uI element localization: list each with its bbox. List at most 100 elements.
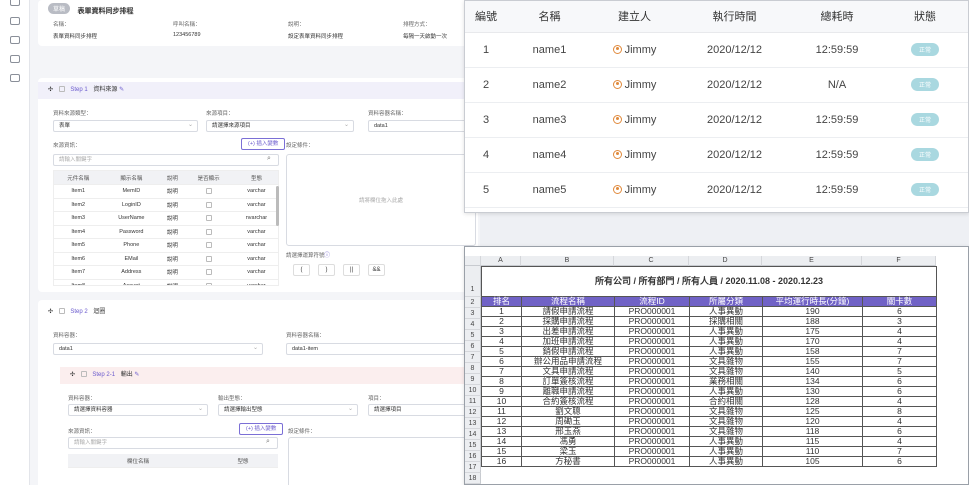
header-cell[interactable]: 所屬分類 xyxy=(689,296,763,307)
sheet-cell[interactable]: 文具雜物 xyxy=(689,366,763,377)
sheet-cell[interactable]: 離職申請流程 xyxy=(521,386,615,397)
sheet-cell[interactable]: 6 xyxy=(862,456,937,467)
table-row[interactable]: 5 name5 Jimmy 2020/12/12 12:59:59 正常 xyxy=(465,172,968,208)
sheet-cell[interactable]: 10 xyxy=(481,396,522,407)
table-row[interactable]: Item6 EMail 說明 varchar xyxy=(54,252,278,266)
table-row[interactable]: Item5 Phone 說明 varchar xyxy=(54,238,278,253)
condition-drop-zone[interactable]: 請將欄位拖入此處 xyxy=(286,154,476,246)
sheet-cell[interactable]: 出差申請流程 xyxy=(521,326,615,337)
table-row[interactable]: 2 name2 Jimmy 2020/12/12 N/A 正常 xyxy=(465,67,968,103)
sheet-cell[interactable]: 188 xyxy=(762,316,863,327)
row-number[interactable]: 11 xyxy=(465,396,481,407)
row-number[interactable]: 18 xyxy=(465,473,481,484)
sheet-cell[interactable]: 人事異動 xyxy=(689,336,763,347)
sheet-cell[interactable]: 6 xyxy=(862,306,937,317)
sheet-cell[interactable]: 6 xyxy=(481,356,522,367)
sheet-cell[interactable]: 6 xyxy=(862,426,937,437)
operator-button[interactable]: ) xyxy=(318,264,335,276)
insert-variable-button[interactable]: (+) 插入變數 xyxy=(241,138,286,150)
sheet-cell[interactable]: 170 xyxy=(762,336,863,347)
column-letter[interactable]: E xyxy=(762,256,862,266)
row-number[interactable]: 3 xyxy=(465,308,481,319)
sheet-cell[interactable]: PRO000001 xyxy=(614,306,690,317)
sheet-cell[interactable]: 5 xyxy=(481,346,522,357)
show-checkbox[interactable] xyxy=(205,188,212,195)
sheet-cell[interactable]: 人事異動 xyxy=(689,346,763,357)
sheet-cell[interactable]: 文具申請流程 xyxy=(521,366,615,377)
sheet-cell[interactable]: 採購相關 xyxy=(689,316,763,327)
sheet-cell[interactable]: PRO000001 xyxy=(614,446,690,457)
row-number[interactable]: 17 xyxy=(465,462,481,473)
loop-container-name-input[interactable]: data1-item xyxy=(286,343,476,355)
sheet-cell[interactable]: 15 xyxy=(481,446,522,457)
sheet-cell[interactable]: 3 xyxy=(862,316,937,327)
scrollbar[interactable] xyxy=(276,186,279,226)
sheet-cell[interactable]: 人事異動 xyxy=(689,306,763,317)
sheet-cell[interactable]: 文具雜物 xyxy=(689,356,763,367)
show-checkbox[interactable] xyxy=(205,215,212,222)
folder-icon[interactable] xyxy=(9,36,20,44)
sheet-cell[interactable]: 人事異動 xyxy=(689,326,763,337)
sheet-cell[interactable]: PRO000001 xyxy=(614,346,690,357)
sheet-cell[interactable]: 梁玉 xyxy=(521,446,615,457)
table-row[interactable]: 1 name1 Jimmy 2020/12/12 12:59:59 正常 xyxy=(465,32,968,68)
row-number[interactable]: 14 xyxy=(465,429,481,440)
header-cell[interactable]: 平均運行時長(分鐘) xyxy=(762,296,863,307)
header-cell[interactable]: 流程名稱 xyxy=(521,296,615,307)
sheet-cell[interactable]: 13 xyxy=(481,426,522,437)
sheet-cell[interactable]: PRO000001 xyxy=(614,326,690,337)
sheet-cell[interactable]: 7 xyxy=(481,366,522,377)
sheet-cell[interactable]: 5 xyxy=(862,366,937,377)
sheet-cell[interactable]: 4 xyxy=(862,396,937,407)
sheet-cell[interactable]: 7 xyxy=(862,356,937,367)
sheet-cell[interactable]: 文具雜物 xyxy=(689,406,763,417)
help-icon[interactable]: ⓘ xyxy=(324,250,330,259)
sheet-cell[interactable]: 請假申請流程 xyxy=(521,306,615,317)
sheet-cell[interactable]: 合約相關 xyxy=(689,396,763,407)
table-row[interactable]: 4 name4 Jimmy 2020/12/12 12:59:59 正常 xyxy=(465,137,968,173)
sheet-corner[interactable] xyxy=(465,256,481,266)
source-type-select[interactable]: 表單 xyxy=(53,120,198,132)
sheet-cell[interactable]: 6 xyxy=(862,376,937,387)
show-checkbox[interactable] xyxy=(205,282,212,285)
condition-drop-zone[interactable] xyxy=(288,437,476,485)
drag-icon[interactable]: ✣ xyxy=(70,372,75,378)
row-number[interactable]: 12 xyxy=(465,407,481,418)
sheet-cell[interactable]: 115 xyxy=(762,436,863,447)
row-number[interactable]: 4 xyxy=(465,319,481,330)
sheet-cell[interactable]: 人事異動 xyxy=(689,386,763,397)
column-letter[interactable]: B xyxy=(521,256,614,266)
sheet-cell[interactable]: 文具雜物 xyxy=(689,416,763,427)
sheet-cell[interactable]: 130 xyxy=(762,386,863,397)
sheet-cell[interactable]: PRO000001 xyxy=(614,416,690,427)
sheet-cell[interactable]: 訂單簽核流程 xyxy=(521,376,615,387)
sheet-cell[interactable]: 140 xyxy=(762,366,863,377)
table-row[interactable]: Item2 LoginID 說明 varchar xyxy=(54,198,278,212)
table-row[interactable]: 3 name3 Jimmy 2020/12/12 12:59:59 正常 xyxy=(465,102,968,138)
row-number[interactable]: 13 xyxy=(465,418,481,429)
table-row[interactable]: Item7 Address 說明 varchar xyxy=(54,265,278,280)
header-cell[interactable]: 流程ID xyxy=(614,296,690,307)
sheet-cell[interactable]: 人事異動 xyxy=(689,456,763,467)
show-checkbox[interactable] xyxy=(205,255,212,262)
container-name-input[interactable]: data1 xyxy=(368,120,473,132)
source-item-select[interactable]: 請選擇來源項目 xyxy=(206,120,354,132)
table-row[interactable]: Item3 UserName 說明 nvarchar xyxy=(54,211,278,226)
show-checkbox[interactable] xyxy=(205,201,212,208)
sheet-cell[interactable]: PRO000001 xyxy=(614,396,690,407)
sheet-cell[interactable]: 14 xyxy=(481,436,522,447)
sheet-cell[interactable]: 120 xyxy=(762,416,863,427)
layers-icon[interactable] xyxy=(9,0,20,6)
sheet-cell[interactable]: PRO000001 xyxy=(614,456,690,467)
sheet-cell[interactable]: 110 xyxy=(762,446,863,457)
sheet-cell[interactable]: 190 xyxy=(762,306,863,317)
sheet-cell[interactable]: 8 xyxy=(862,406,937,417)
show-checkbox[interactable] xyxy=(205,242,212,249)
sheet-cell[interactable]: 1 xyxy=(481,306,522,317)
step2-1-checkbox[interactable] xyxy=(80,371,87,378)
operator-button[interactable]: || xyxy=(343,264,360,276)
sheet-cell[interactable]: 文具雜物 xyxy=(689,426,763,437)
row-number[interactable]: 6 xyxy=(465,341,481,352)
sheet-cell[interactable]: PRO000001 xyxy=(614,376,690,387)
sheet-cell[interactable]: 辦公用品申請流程 xyxy=(521,356,615,367)
